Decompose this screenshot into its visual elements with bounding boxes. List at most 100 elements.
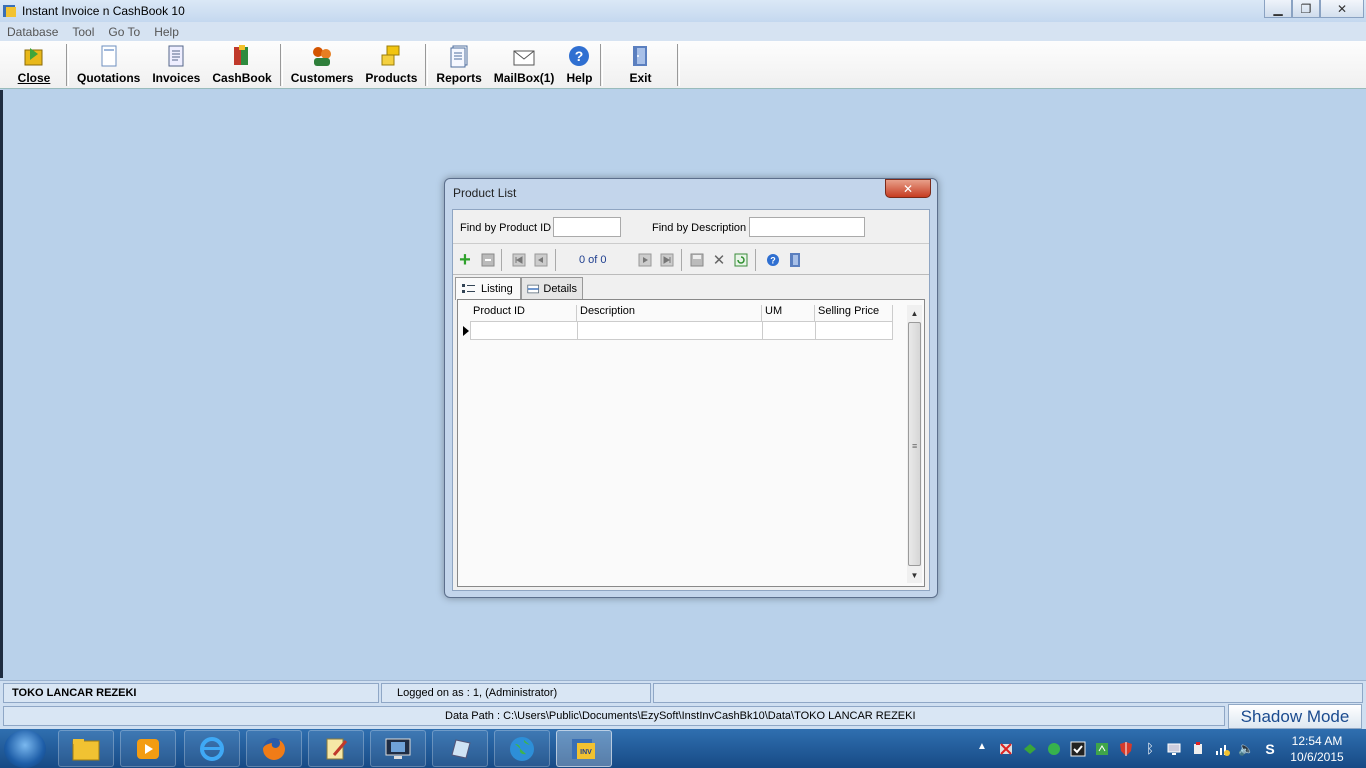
taskbar-globe-app[interactable] [494,730,550,767]
taskbar-notepad[interactable] [308,730,364,767]
column-header-selling-price[interactable]: Selling Price [815,305,893,321]
menu-tool[interactable]: Tool [65,25,101,39]
book-icon [451,738,471,759]
close-window-button[interactable]: ✕ [1320,0,1364,18]
invoices-icon [168,45,184,67]
exit-door-icon [790,253,800,267]
globe-icon [510,736,534,761]
column-header-description[interactable]: Description [577,305,762,321]
help-icon: ? [767,254,779,266]
checkmark-icon[interactable] [1070,741,1086,757]
menu-go-to[interactable]: Go To [101,25,147,39]
grip-icon: ≡ [912,441,918,451]
internet-explorer-icon [200,736,224,761]
mailbox-button[interactable]: MailBox(1) [488,42,561,88]
first-icon [512,253,526,267]
monitor-icon [385,738,411,759]
taskbar-instant-invoice[interactable]: INV [556,730,612,767]
window-title: Instant Invoice n CashBook 10 [22,4,185,18]
close-folder-icon [24,48,43,66]
restore-button[interactable]: ❐ [1292,0,1320,18]
view-tabs: Listing Details [453,277,929,300]
next-record-button[interactable] [637,252,653,268]
toolbar-separator [600,44,604,86]
current-row-indicator [463,326,469,336]
delete-record-button[interactable] [480,252,496,268]
cashbook-button[interactable]: CashBook [206,42,277,88]
exit-button[interactable]: Exit [605,42,675,88]
title-bar: Instant Invoice n CashBook 10 ▁ ❐ ✕ [0,0,1366,22]
record-position: 0 of 0 [579,254,607,266]
shield-icon[interactable] [1118,741,1134,757]
network-icon[interactable] [1214,741,1230,757]
tab-listing-label: Listing [481,283,513,295]
find-by-desc-input[interactable] [749,217,865,237]
usb-eject-icon[interactable] [1190,741,1206,757]
help-button[interactable]: ? Help [560,42,598,88]
minimize-button[interactable]: ▁ [1264,0,1292,18]
system-clock[interactable]: 12:54 AM 10/6/2015 [1284,733,1350,765]
vertical-scrollbar[interactable]: ▲ ≡ ▼ [907,305,922,583]
menu-help[interactable]: Help [147,25,186,39]
column-header-product-id[interactable]: Product ID [470,305,577,321]
scroll-down-arrow[interactable]: ▼ [907,567,922,583]
menu-database[interactable]: Database [0,25,65,39]
green-circle-icon[interactable] [1046,741,1062,757]
network-warning-icon[interactable] [998,741,1014,757]
show-hidden-icons-arrow[interactable]: ▲ [974,741,990,757]
status-empty-panel [653,683,1363,703]
update-icon[interactable] [1094,741,1110,757]
add-record-button[interactable]: + [457,249,473,271]
save-icon [690,253,704,267]
quotations-button[interactable]: Quotations [71,42,146,88]
save-record-button[interactable] [689,252,705,268]
taskbar-media-player[interactable] [120,730,176,767]
media-player-icon [137,738,159,759]
taskbar-internet-explorer[interactable] [184,730,240,767]
dialog-help-button[interactable]: ? [765,252,781,268]
cell-um[interactable] [762,321,816,340]
notepad-icon [326,738,348,759]
sync-icon[interactable] [1022,741,1038,757]
exit-door-icon [633,46,648,66]
help-icon: ? [569,46,590,66]
customers-button[interactable]: Customers [285,42,360,88]
scroll-thumb[interactable]: ≡ [908,322,921,566]
refresh-icon [734,253,748,267]
taskbar-remote-desktop[interactable] [370,730,426,767]
close-button[interactable]: Close [4,42,64,88]
cell-description[interactable] [577,321,763,340]
dialog-exit-button[interactable] [787,252,803,268]
bluetooth-icon[interactable]: ᛒ [1142,741,1158,757]
clock-time: 12:54 AM [1291,734,1343,748]
reports-button[interactable]: Reports [430,42,487,88]
last-record-button[interactable] [659,252,675,268]
taskbar-firefox[interactable] [246,730,302,767]
shadow-mode-button[interactable]: Shadow Mode [1228,704,1362,729]
toolbar-separator [425,44,429,86]
start-button[interactable] [4,730,46,768]
menu-bar: Database Tool Go To Help [0,22,1366,41]
taskbar-app[interactable] [432,730,488,767]
dialog-close-button[interactable]: ✕ [885,179,931,198]
cancel-edit-button[interactable]: ✕ [711,252,727,269]
first-record-button[interactable] [511,252,527,268]
find-bar: Find by Product ID Find by Description [453,210,929,244]
scroll-up-arrow[interactable]: ▲ [907,305,922,321]
taskbar-explorer[interactable] [58,730,114,767]
cell-selling-price[interactable] [815,321,893,340]
clock-date: 10/6/2015 [1290,750,1344,764]
volume-icon[interactable]: 🔈 [1238,741,1254,757]
previous-record-button[interactable] [533,252,549,268]
cell-product-id[interactable] [470,321,578,340]
refresh-button[interactable] [733,252,749,268]
display-icon[interactable] [1166,741,1182,757]
dialog-body: Find by Product ID Find by Description +… [452,209,930,591]
skype-icon[interactable]: S [1262,741,1278,757]
tab-details[interactable]: Details [521,277,583,299]
products-button[interactable]: Products [359,42,423,88]
column-header-um[interactable]: UM [762,305,815,321]
find-by-id-input[interactable] [553,217,621,237]
invoices-button[interactable]: Invoices [146,42,206,88]
tab-listing[interactable]: Listing [455,277,521,300]
